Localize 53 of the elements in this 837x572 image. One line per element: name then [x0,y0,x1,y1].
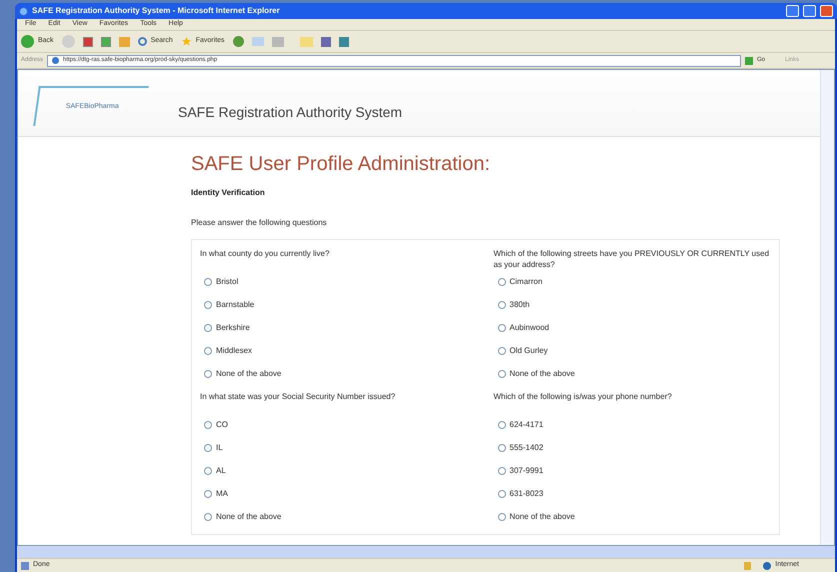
radio-option[interactable]: 380th [498,293,771,316]
radio-button[interactable] [204,300,212,308]
radio-button[interactable] [204,346,212,354]
radio-button[interactable] [498,346,506,354]
question-text: In what state was your Social Security Number issued? [200,391,396,403]
question-text: In what county do you currently live? [200,248,330,260]
radio-option[interactable]: None of the above [204,505,478,528]
radio-button[interactable] [498,300,506,308]
radio-option[interactable]: Old Gurley [498,339,771,362]
radio-option[interactable]: Cimarron [498,270,771,293]
radio-option[interactable]: None of the above [498,505,771,528]
radio-option[interactable]: AL [204,459,478,482]
radio-button[interactable] [204,324,212,332]
star-icon [180,36,192,47]
radio-option[interactable]: 307-9991 [498,459,771,482]
radio-option[interactable]: 555-1402 [498,436,771,459]
radio-button[interactable] [204,420,212,428]
site-title: SAFE Registration Authority System [178,102,402,122]
window-title: SAFE Registration Authority System - Microsoft Internet Explorer [32,5,281,17]
radio-option[interactable]: CO [204,413,478,436]
radio-option[interactable]: None of the above [498,362,771,385]
radio-button[interactable] [204,278,212,286]
radio-button[interactable] [498,370,506,378]
radio-button[interactable] [498,324,506,332]
radio-option[interactable]: Aubinwood [498,316,771,339]
radio-button[interactable] [204,370,212,378]
radio-option[interactable]: Barnstable [204,293,478,316]
page-heading: SAFE User Profile Administration: [191,152,491,177]
radio-option[interactable]: 631-8023 [498,482,771,505]
radio-option[interactable]: Bristol [204,270,478,293]
horizontal-scrollbar[interactable] [17,546,835,558]
radio-button[interactable] [498,278,506,286]
instructions-text: Please answer the following questions [191,217,328,229]
radio-option[interactable]: Middlesex [204,339,478,362]
radio-option[interactable]: Berkshire [204,316,478,339]
vertical-scrollbar[interactable] [820,70,834,545]
radio-button[interactable] [204,512,212,520]
close-button[interactable] [820,5,833,17]
radio-button[interactable] [498,512,506,520]
question-text: Which of the following is/was your phone number? [494,391,673,403]
radio-button[interactable] [204,490,212,498]
radio-button[interactable] [498,420,506,428]
radio-button[interactable] [498,490,506,498]
radio-option[interactable]: MA [204,482,478,505]
section-title: Identity Verification [191,187,266,199]
radio-option[interactable]: 624-4171 [498,413,771,436]
radio-option[interactable]: IL [204,436,478,459]
radio-button[interactable] [498,444,506,452]
question-text: Which of the following streets have you PREVIOUSLY OR CURRENTLY used as your address? [494,248,770,270]
radio-button[interactable] [498,466,506,474]
radio-button[interactable] [204,466,212,474]
radio-option[interactable]: None of the above [204,362,478,385]
radio-button[interactable] [204,444,212,452]
